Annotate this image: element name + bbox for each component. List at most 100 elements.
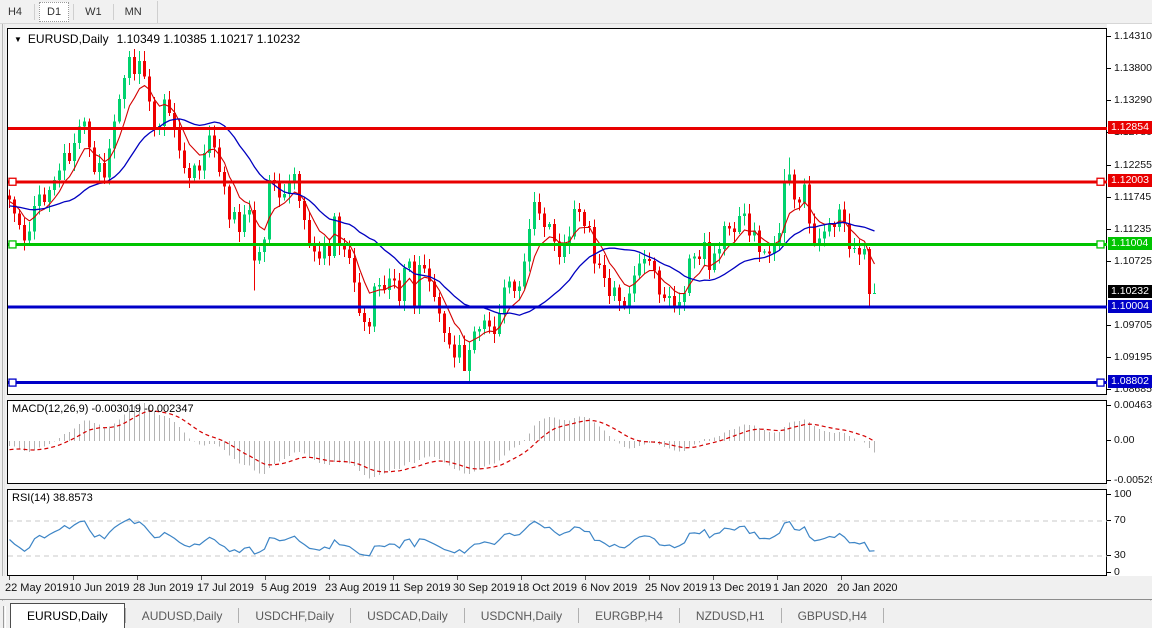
date-label: 11 Sep 2019 [389, 582, 451, 594]
date-label: 23 Aug 2019 [325, 582, 387, 594]
timeframe-button-h4[interactable]: H4 [0, 2, 30, 22]
date-tick [329, 576, 330, 580]
date-tick [73, 576, 74, 580]
price-tick [1107, 36, 1111, 37]
toolbar-separator [156, 0, 158, 23]
level-handle[interactable] [8, 177, 17, 186]
date-label: 22 May 2019 [5, 582, 69, 594]
chart-tab-eurusd[interactable]: EURUSD,Daily [10, 603, 125, 628]
date-label: 25 Nov 2019 [645, 582, 708, 594]
price-axis[interactable]: 1.143101.138001.132901.127801.122551.117… [1107, 24, 1152, 600]
price-tick [1107, 260, 1111, 262]
level-handle[interactable] [1096, 378, 1105, 387]
rsi-canvas [8, 518, 1108, 557]
macd-name: MACD(12,26,9) [12, 403, 89, 415]
macd-axis-label: 0.00 [1114, 434, 1135, 446]
rsi-tick [1107, 572, 1111, 573]
price-badge-1.10004: 1.10004 [1108, 299, 1152, 313]
timeframe-toolbar: H4 D1 W1 MN [0, 0, 1152, 24]
level-handle[interactable] [1096, 240, 1105, 249]
chart-tab-eurgbp[interactable]: EURGBP,H4 [579, 604, 679, 628]
price-axis-label: 1.11745 [1114, 190, 1152, 203]
chart-symbol: EURUSD,Daily [27, 32, 109, 46]
price-tick [1107, 356, 1111, 358]
level-line-1.08802 [8, 381, 1108, 385]
rsi-axis-label: 30 [1114, 549, 1126, 561]
chart-tab-usdchf[interactable]: USDCHF,Daily [239, 604, 350, 628]
date-label: 13 Dec 2019 [709, 582, 772, 594]
price-badge-1.08802: 1.08802 [1108, 375, 1152, 389]
rsi-axis-label: 70 [1114, 514, 1126, 526]
date-tick [585, 576, 586, 580]
price-axis-label: 1.12255 [1114, 158, 1152, 171]
macd-tick [1107, 440, 1111, 441]
rsi-tick [1107, 520, 1111, 521]
candles-layer [8, 48, 876, 384]
toolbar-separator [112, 3, 114, 20]
macd-axis-label: 0.00463 [1114, 399, 1152, 411]
chart-title: ▼ EURUSD,Daily 1.10349 1.10385 1.10217 1.1… [14, 32, 300, 46]
rsi-name: RSI(14) [12, 492, 50, 504]
macd-tick [1107, 405, 1111, 406]
toolbar-separator [73, 3, 75, 20]
level-handle[interactable] [1096, 177, 1105, 186]
date-label: 20 Jan 2020 [837, 582, 898, 594]
price-axis-label: 1.09195 [1114, 350, 1152, 363]
price-badge-1.11004: 1.11004 [1108, 236, 1152, 250]
tab-separator [882, 608, 884, 623]
chart-tab-gbpusd[interactable]: GBPUSD,H4 [782, 604, 883, 628]
chart-tab-nzdusd[interactable]: NZDUSD,H1 [680, 604, 781, 628]
timeframe-button-mn[interactable]: MN [118, 2, 149, 22]
window-edge-left [2, 24, 3, 628]
date-label: 30 Sep 2019 [453, 582, 516, 594]
date-tick [9, 576, 10, 580]
rsi-line [9, 518, 875, 557]
date-label: 6 Nov 2019 [581, 582, 638, 594]
price-tick [1107, 164, 1111, 166]
date-label: 5 Aug 2019 [261, 582, 317, 594]
chart-tab-bar: EURUSD,Daily AUDUSD,Daily USDCHF,Daily USDC… [0, 601, 1152, 628]
date-label: 1 Jan 2020 [773, 582, 828, 594]
level-handle[interactable] [8, 240, 17, 249]
window-edge-left-hl [4, 24, 5, 628]
level-line-1.11004 [8, 242, 1108, 246]
level-line-1.12854 [8, 126, 1108, 130]
toolbar-separator [34, 3, 35, 20]
price-badge-1.12003: 1.12003 [1108, 174, 1152, 188]
date-tick [393, 576, 394, 580]
chart-dropdown-icon[interactable]: ▼ [14, 35, 22, 44]
level-handle[interactable] [8, 378, 17, 387]
date-label: 17 Jul 2019 [197, 582, 254, 594]
chart-ohlc-values: 1.10349 1.10385 1.10217 1.10232 [116, 32, 301, 46]
price-badge-1.12854: 1.12854 [1108, 120, 1152, 134]
price-tick [1107, 324, 1111, 326]
price-axis-label: 1.13800 [1114, 61, 1152, 74]
macd-values: -0.003019 -0.002347 [91, 403, 194, 415]
price-tick [1107, 228, 1111, 230]
date-tick [201, 576, 202, 580]
timeframe-button-w1[interactable]: W1 [78, 2, 109, 22]
date-label: 28 Jun 2019 [133, 582, 194, 594]
timeframe-button-d1[interactable]: D1 [39, 2, 70, 22]
chart-tab-usdcad[interactable]: USDCAD,Daily [351, 604, 464, 628]
date-label: 18 Oct 2019 [517, 582, 577, 594]
price-chart-panel[interactable] [7, 28, 1108, 395]
macd-indicator-label: MACD(12,26,9) -0.003019 -0.002347 [12, 403, 194, 415]
price-badge-1.10232: 1.10232 [1108, 285, 1152, 299]
price-chart-canvas [8, 48, 1108, 387]
time-axis[interactable]: 22 May 2019 10 Jun 2019 28 Jun 2019 17 Jul … [0, 576, 1152, 600]
rsi-indicator-label: RSI(14) 38.8573 [12, 492, 93, 504]
rsi-panel[interactable] [7, 489, 1108, 576]
level-line-1.10004 [8, 305, 1108, 309]
tab-strip-grip[interactable] [3, 606, 6, 628]
mt4-window: H4 D1 W1 MN ▼ EURUSD,Daily 1.10349 1.10385 1.… [0, 0, 1152, 628]
price-axis-label: 1.09705 [1114, 318, 1152, 331]
date-tick [713, 576, 714, 580]
price-axis-label: 1.14310 [1114, 30, 1152, 42]
date-tick [521, 576, 522, 580]
chart-tab-usdcnh[interactable]: USDCNH,Daily [465, 604, 578, 628]
rsi-tick [1107, 493, 1111, 495]
rsi-tick [1107, 555, 1111, 556]
date-tick [137, 576, 138, 580]
chart-tab-audusd[interactable]: AUDUSD,Daily [126, 604, 239, 628]
